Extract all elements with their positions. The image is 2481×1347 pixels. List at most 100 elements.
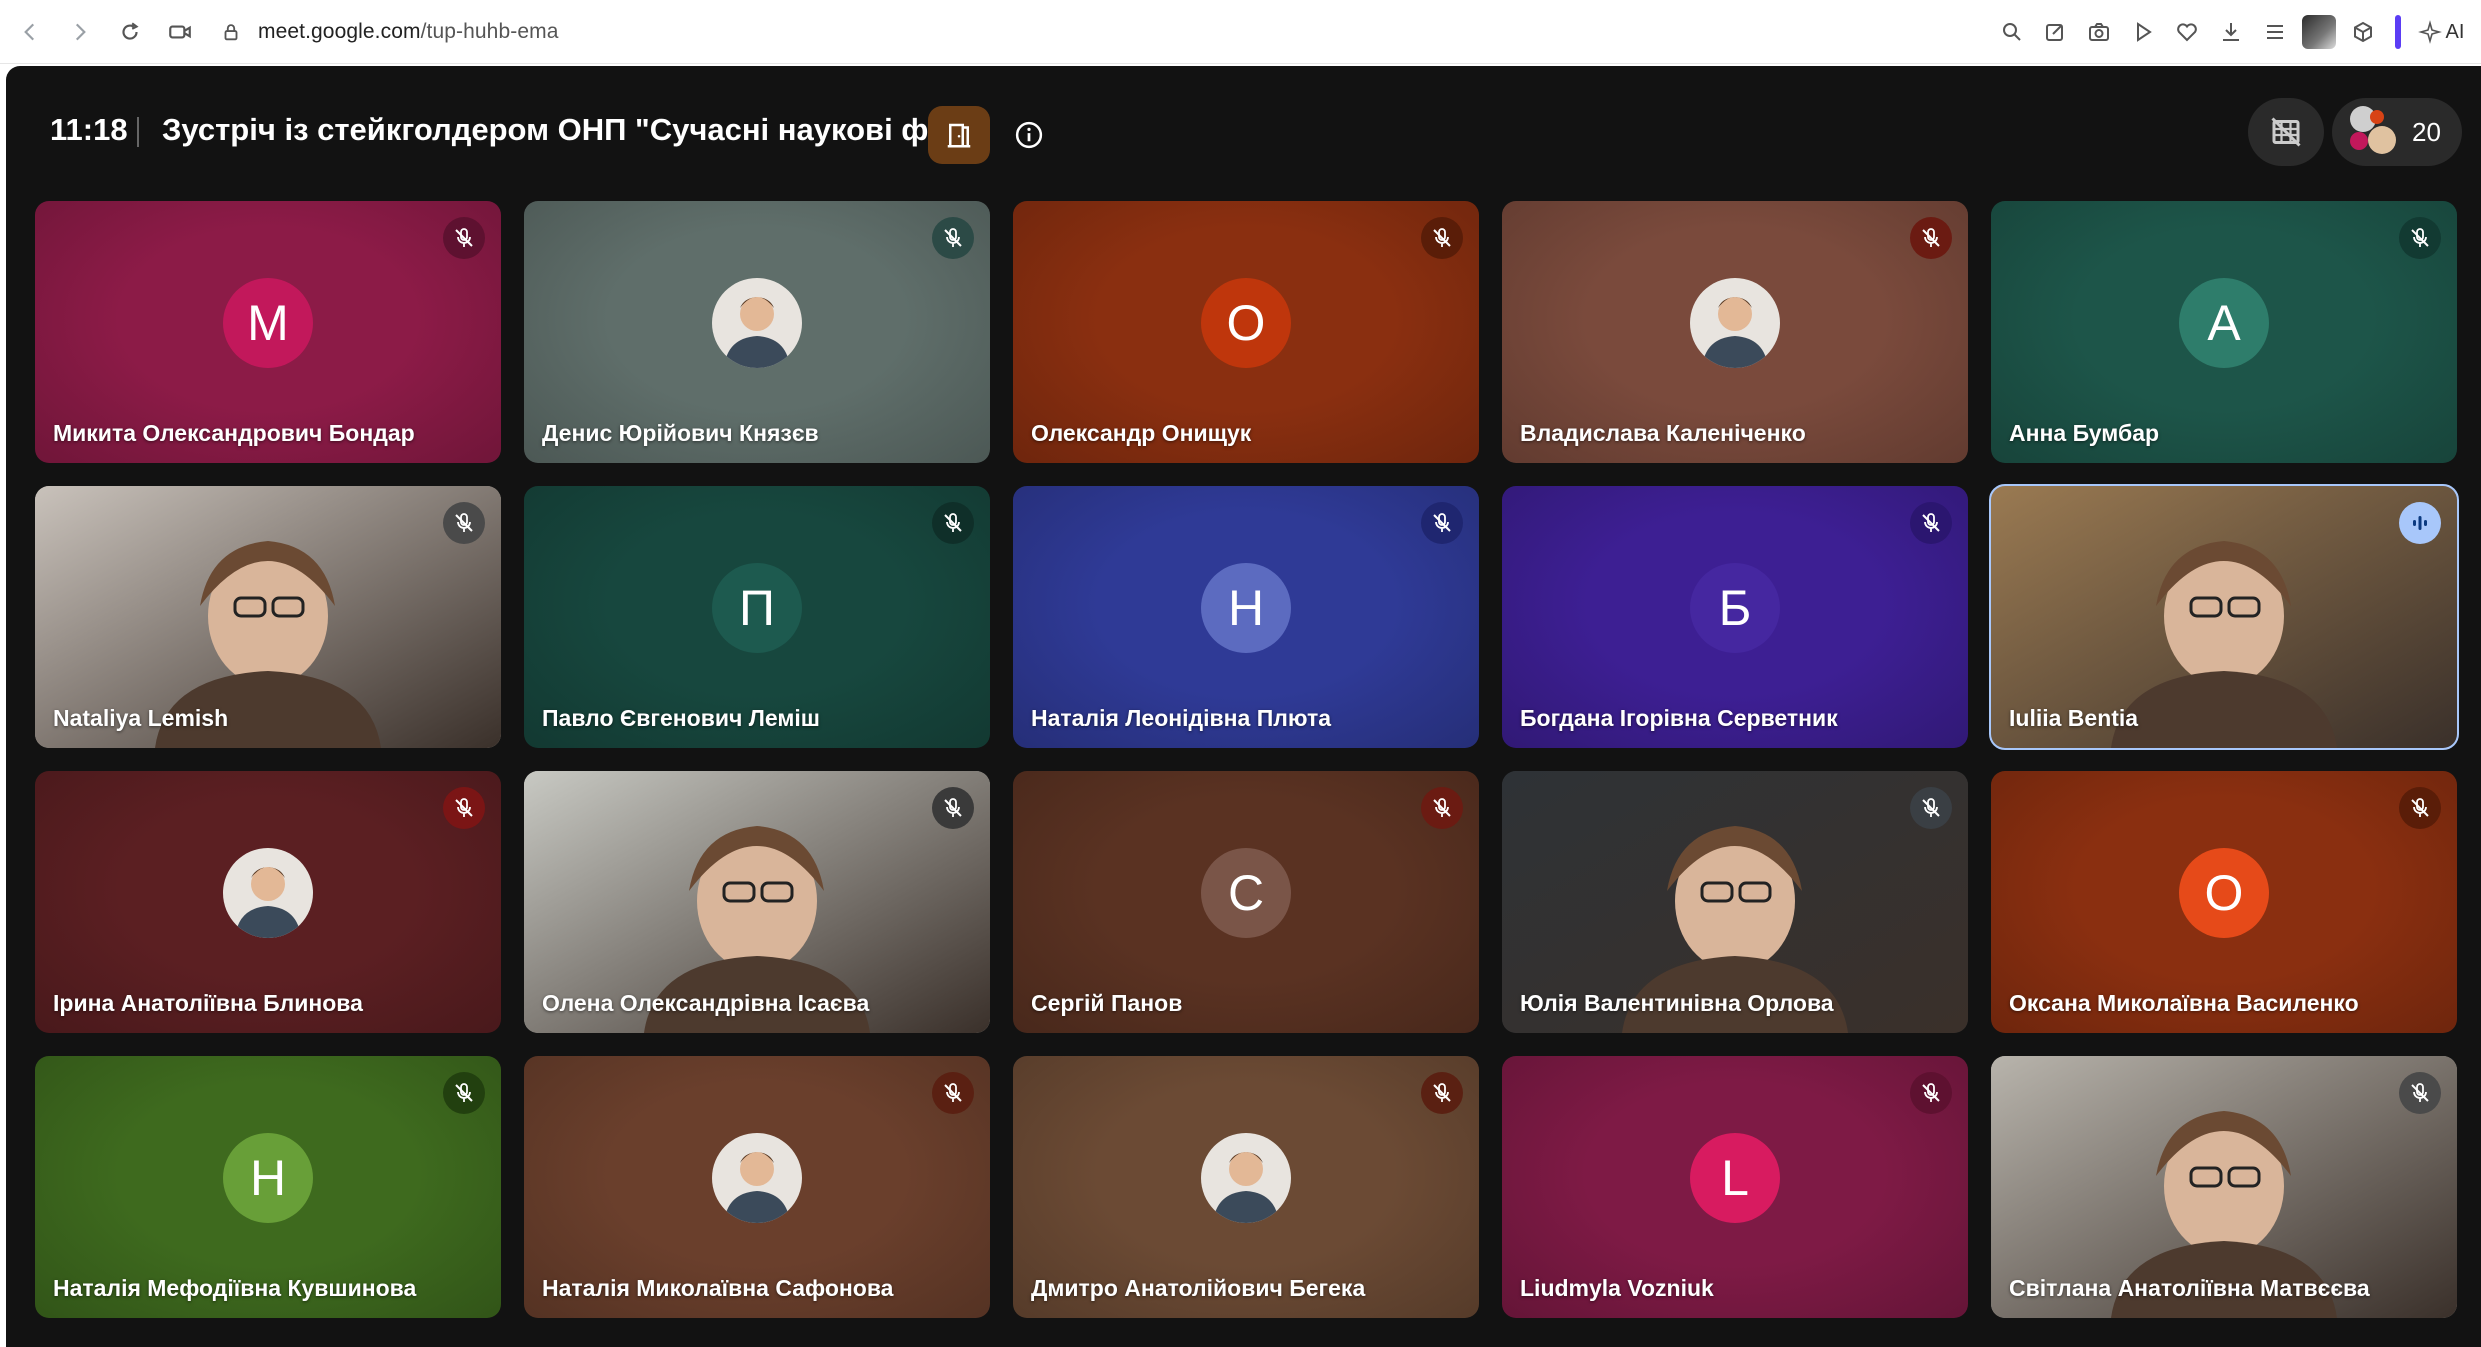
heart-icon (2177, 23, 2197, 42)
mute-indicator (2399, 1072, 2441, 1114)
participant-name: Оксана Миколаївна Василенко (2009, 990, 2359, 1016)
mute-indicator (932, 502, 974, 544)
participant-name: Анна Бумбар (2009, 420, 2160, 446)
participant-tile[interactable]: L Liudmyla Vozniuk (1502, 1056, 1968, 1318)
participant-name: Наталія Мефодіївна Кувшинова (53, 1275, 417, 1301)
participant-tile[interactable]: Юлія Валентинівна Орлова (1502, 771, 1968, 1033)
mute-indicator (932, 217, 974, 259)
participant-name: Liudmyla Vozniuk (1520, 1275, 1714, 1301)
screenshot-button[interactable] (2077, 10, 2121, 54)
participant-initial: М (223, 278, 313, 368)
download-button[interactable] (2209, 10, 2253, 54)
participant-name: Павло Євгенович Леміш (542, 705, 820, 731)
reload-icon (122, 21, 139, 40)
mic-off-icon (455, 798, 473, 817)
participant-tile[interactable]: О Олександр Онищук (1013, 201, 1479, 463)
ai-button[interactable]: AI (2411, 10, 2471, 54)
avatar (1201, 1133, 1291, 1223)
mute-indicator (1421, 1072, 1463, 1114)
extensions-button[interactable] (2341, 10, 2385, 54)
meet-window: 11:18 Зустріч із стейкголдером ОНП "Суча… (6, 66, 2481, 1347)
mic-off-icon (1433, 798, 1451, 817)
lock-icon (224, 23, 238, 40)
participant-initial: А (2179, 278, 2269, 368)
header-divider (137, 117, 139, 147)
mic-off-icon (1922, 228, 1940, 247)
participant-name: Микита Олександрович Бондар (53, 420, 415, 446)
participant-tile[interactable]: М Микита Олександрович Бондар (35, 201, 501, 463)
browser-tools: AI (1989, 0, 2471, 64)
favorites-button[interactable] (2165, 10, 2209, 54)
menu-button[interactable] (2253, 10, 2297, 54)
participant-tile[interactable]: О Оксана Миколаївна Василенко (1991, 771, 2457, 1033)
avatar (712, 278, 802, 368)
mic-off-icon (1433, 1083, 1451, 1102)
participant-tile[interactable]: Б Богдана Ігорівна Серветник (1502, 486, 1968, 748)
participant-tile[interactable]: С Сергій Панов (1013, 771, 1479, 1033)
avatar (2370, 110, 2384, 124)
meeting-title: Зустріч із стейкголдером ОНП "Сучасні на… (162, 112, 963, 147)
mute-indicator (443, 502, 485, 544)
participant-count: 20 (2412, 116, 2441, 147)
address-bar[interactable]: meet.google.com/tup-huhb-ema (220, 20, 558, 44)
grid-off-icon (2271, 117, 2301, 147)
mic-off-icon (944, 798, 962, 817)
participant-name: Світлана Анатоліївна Матвєєва (2009, 1275, 2370, 1301)
participant-initial: Н (1201, 563, 1291, 653)
mute-indicator (443, 787, 485, 829)
profile-avatar (2302, 15, 2336, 49)
mute-indicator (443, 1072, 485, 1114)
video-tab-icon (169, 25, 191, 38)
mic-off-icon (1922, 1083, 1940, 1102)
download-icon (2223, 23, 2239, 41)
tab-video-button[interactable] (160, 12, 200, 52)
mic-off-icon (1922, 513, 1940, 532)
room-button[interactable] (928, 106, 990, 164)
mic-off-icon (455, 1083, 473, 1102)
participants-button[interactable]: 20 (2332, 98, 2462, 166)
back-button[interactable] (10, 12, 50, 52)
meeting-info-button[interactable] (1012, 118, 1046, 152)
avatar (712, 1133, 802, 1223)
sidebar-indicator (2395, 15, 2401, 49)
mute-indicator (1910, 1072, 1952, 1114)
mute-indicator (1910, 217, 1952, 259)
participant-name: Олена Олександрівна Ісаєва (542, 990, 870, 1016)
participant-tile[interactable]: Ірина Анатоліївна Блинова (35, 771, 501, 1033)
play-button[interactable] (2121, 10, 2165, 54)
menu-icon (2267, 25, 2283, 39)
mic-off-icon (455, 513, 473, 532)
participant-name: Богдана Ігорівна Серветник (1520, 705, 1838, 731)
mute-indicator (1421, 217, 1463, 259)
participant-tile[interactable]: А Анна Бумбар (1991, 201, 2457, 463)
reload-button[interactable] (110, 12, 150, 52)
participant-initial: С (1201, 848, 1291, 938)
hide-tiles-button[interactable] (2248, 98, 2324, 166)
profile-button[interactable] (2297, 10, 2341, 54)
participant-tile[interactable]: Iuliia Bentia (1989, 484, 2459, 750)
participant-tile[interactable]: Nataliya Lemish (35, 486, 501, 748)
participant-tile[interactable]: Світлана Анатоліївна Матвєєва (1991, 1056, 2457, 1318)
sparkle-icon (2417, 20, 2442, 44)
zoom-button[interactable] (1989, 10, 2033, 54)
speaking-indicator (2399, 502, 2441, 544)
participant-name: Олександр Онищук (1031, 420, 1252, 446)
participant-tile[interactable]: Владислава Каленіченко (1502, 201, 1968, 463)
participant-tile[interactable]: Олена Олександрівна Ісаєва (524, 771, 990, 1033)
participant-tile[interactable]: Денис Юрійович Князєв (524, 201, 990, 463)
participant-initial: L (1690, 1133, 1780, 1223)
mic-off-icon (1922, 798, 1940, 817)
participant-tile[interactable]: Н Наталія Мефодіївна Кувшинова (35, 1056, 501, 1318)
cube-icon (2354, 21, 2372, 43)
participant-tile[interactable]: Наталія Миколаївна Сафонова (524, 1056, 990, 1318)
edit-button[interactable] (2033, 10, 2077, 54)
mic-off-icon (2411, 1083, 2429, 1102)
participant-tile[interactable]: П Павло Євгенович Леміш (524, 486, 990, 748)
participant-tile[interactable]: Н Наталія Леонідівна Плюта (1013, 486, 1479, 748)
participant-name: Nataliya Lemish (53, 705, 229, 731)
participant-tile[interactable]: Дмитро Анатолійович Бегека (1013, 1056, 1479, 1318)
camera-icon (2089, 23, 2109, 41)
participant-name: Дмитро Анатолійович Бегека (1031, 1275, 1366, 1301)
mic-off-icon (944, 228, 962, 247)
forward-button[interactable] (60, 12, 100, 52)
